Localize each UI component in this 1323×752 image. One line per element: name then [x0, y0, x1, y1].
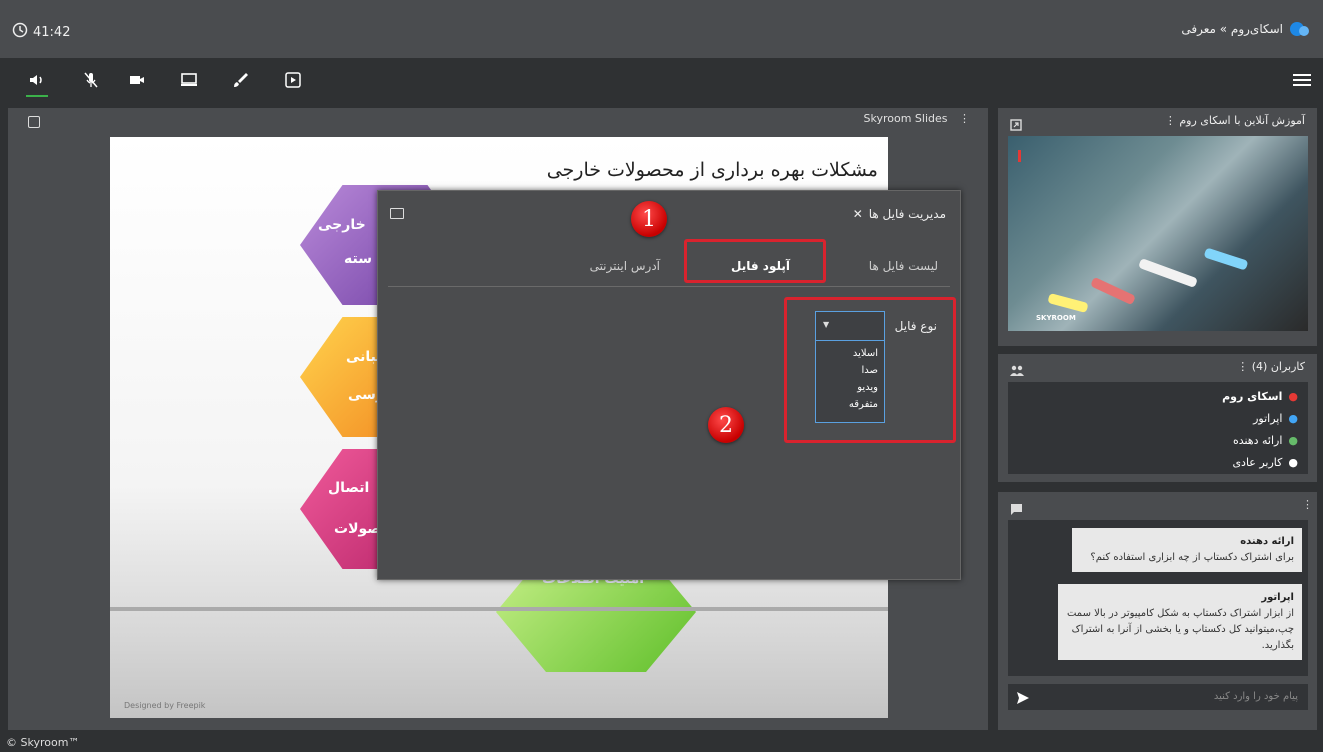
chat-message: اپراتور از ابزار اشتراک دکستاپ به شکل کا…: [1058, 584, 1302, 660]
clock-icon: [12, 22, 28, 42]
panel-options-icon[interactable]: ⋮: [1237, 360, 1248, 373]
user-item[interactable]: ● اسکای روم: [1222, 390, 1298, 403]
slide-credit: Designed by Freepik: [124, 701, 206, 710]
video-panel: آموزش آنلاین با اسکای روم ⋮ SKYROOM: [998, 108, 1317, 346]
users-icon: [1010, 362, 1024, 381]
dialog-title-text: مدیریت فایل ها: [868, 207, 946, 221]
user-item[interactable]: ● ارائه دهنده: [1233, 434, 1298, 447]
hex-label: خارجی: [318, 217, 366, 233]
chalk-white: [1138, 258, 1198, 288]
screen-share-icon[interactable]: [178, 70, 200, 90]
chat-placeholder: پیام خود را وارد کنید: [1213, 691, 1298, 702]
user-avatar-icon: ●: [1288, 434, 1298, 447]
brand: اسکای‌روم » معرفی: [1181, 20, 1311, 38]
step-badge-2: 2: [708, 407, 744, 443]
chat-messages: ارائه دهنده برای اشتراک دکستاپ از چه ابز…: [1008, 520, 1308, 676]
chat-input[interactable]: پیام خود را وارد کنید: [1008, 684, 1308, 710]
chat-panel: ⋮ ارائه دهنده برای اشتراک دکستاپ از چه ا…: [998, 492, 1317, 730]
tabs-divider: [388, 286, 950, 287]
slides-panel-title: Skyroom Slides ⋮: [863, 112, 971, 125]
slide-divider: [110, 607, 888, 611]
message-sender: ارائه دهنده: [1240, 536, 1294, 547]
presentation-icon[interactable]: [282, 70, 304, 90]
user-name: اسکای روم: [1222, 390, 1283, 403]
presentation-panel-icon[interactable]: [28, 116, 40, 128]
user-avatar-icon: ●: [1288, 390, 1298, 403]
file-manager-dialog: مدیریت فایل ها ✕ لیست فایل ها آپلود فایل…: [377, 190, 961, 580]
message-text: از ابزار اشتراک دکستاپ به شکل کامپیوتر د…: [1066, 608, 1294, 651]
video-panel-title: آموزش آنلاین با اسکای روم ⋮: [1164, 114, 1305, 127]
timer-text: 41:42: [33, 24, 71, 40]
user-name: کاربر عادی: [1232, 456, 1283, 469]
users-list: ● اسکای روم ● اپراتور ● ارائه دهنده ● کا…: [1008, 382, 1308, 474]
hex-label: اتصال: [328, 480, 370, 496]
hex-label: سته: [344, 251, 372, 267]
microphone-muted-icon[interactable]: [80, 70, 102, 90]
toolbar: [0, 58, 1323, 102]
speaker-icon[interactable]: [26, 70, 48, 90]
live-indicator: [1018, 150, 1021, 162]
chat-message: ارائه دهنده برای اشتراک دکستاپ از چه ابز…: [1072, 528, 1302, 572]
users-panel: کاربران (4) ⋮ ● اسکای روم ● اپراتور ● ار…: [998, 354, 1317, 482]
video-panel-icon[interactable]: [1010, 116, 1022, 135]
breadcrumb: اسکای‌روم » معرفی: [1181, 22, 1283, 36]
hex-label: صولات: [334, 521, 381, 537]
user-avatar-icon: ●: [1288, 456, 1298, 469]
hamburger-menu-icon[interactable]: [1293, 72, 1311, 88]
chat-icon: [1010, 500, 1023, 519]
user-item[interactable]: ● اپراتور: [1253, 412, 1298, 425]
slide-title: مشکلات بهره برداری از محصولات خارجی: [546, 159, 878, 181]
video-player[interactable]: SKYROOM: [1008, 136, 1308, 331]
send-icon[interactable]: [1016, 690, 1030, 709]
panel-options-icon[interactable]: ⋮: [1165, 114, 1176, 127]
dialog-title: مدیریت فایل ها ✕: [853, 207, 946, 221]
highlight-upload-tab: [684, 239, 826, 283]
users-panel-title: کاربران (4) ⋮: [1237, 360, 1305, 373]
highlight-file-type: [784, 297, 956, 443]
top-bar: 41:42 اسکای‌روم » معرفی: [0, 0, 1323, 58]
video-watermark: SKYROOM: [1036, 314, 1076, 322]
step-badge-1: 1: [631, 201, 667, 237]
folder-icon[interactable]: [390, 208, 404, 219]
user-item[interactable]: ● کاربر عادی: [1232, 456, 1298, 469]
camera-icon[interactable]: [126, 70, 148, 90]
brush-icon[interactable]: [230, 70, 252, 90]
tab-internet-address[interactable]: آدرس اینترنتی: [590, 259, 660, 273]
tab-file-list[interactable]: لیست فایل ها: [869, 259, 938, 273]
chalk-yellow: [1047, 292, 1089, 314]
copyright: © Skyroom™: [6, 736, 80, 749]
session-timer: 41:42: [12, 22, 70, 42]
message-sender: اپراتور: [1261, 592, 1294, 603]
user-name: اپراتور: [1253, 412, 1283, 425]
message-text: برای اشتراک دکستاپ از چه ابزاری استفاده …: [1090, 552, 1294, 563]
panel-options-icon[interactable]: ⋮: [1302, 498, 1313, 511]
skyroom-logo-icon: [1289, 20, 1311, 38]
chalk-blue: [1203, 247, 1249, 271]
user-avatar-icon: ●: [1288, 412, 1298, 425]
close-icon[interactable]: ✕: [853, 207, 863, 221]
user-name: ارائه دهنده: [1232, 434, 1283, 447]
speaker-active-indicator: [26, 95, 48, 97]
chalk-red: [1090, 276, 1136, 306]
panel-options-icon[interactable]: ⋮: [959, 112, 970, 125]
